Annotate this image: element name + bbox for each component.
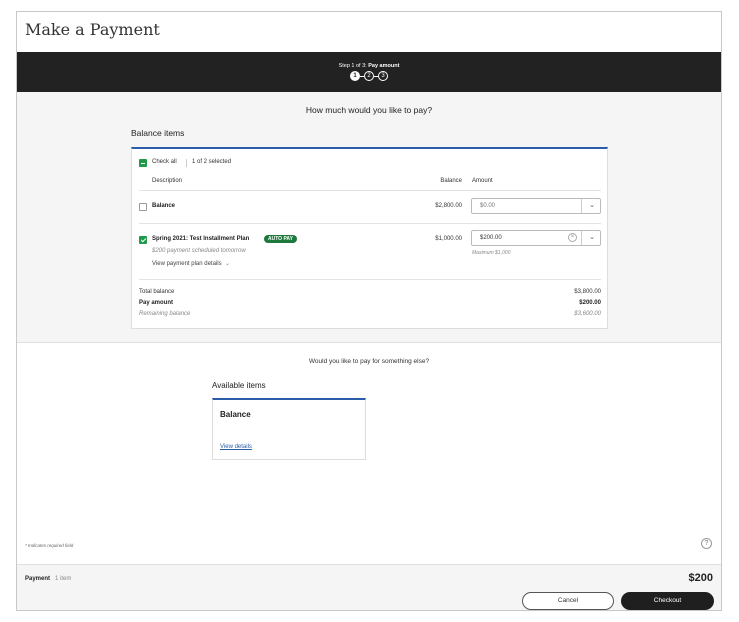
column-description: Description bbox=[152, 178, 183, 184]
available-item-title: Balance bbox=[220, 410, 251, 419]
divider bbox=[581, 199, 582, 213]
balance-amount-select[interactable]: $0.00 ⌄ bbox=[471, 198, 601, 214]
pay-question: How much would you like to pay? bbox=[305, 105, 433, 115]
balance-item-name: Balance bbox=[152, 203, 176, 209]
balance-items-card: Check all 1 of 2 selected Description Ba… bbox=[131, 147, 608, 329]
installment-plan-note: $200 payment scheduled tomorrow bbox=[152, 248, 246, 254]
chevron-down-icon[interactable]: ⌄ bbox=[223, 261, 230, 267]
pay-else-question: Would you like to pay for something else… bbox=[308, 358, 430, 365]
amount-placeholder: $0.00 bbox=[480, 203, 496, 209]
payment-window: Make a Payment Step 1 of 3: Pay amount 1… bbox=[16, 11, 722, 611]
column-balance: Balance bbox=[440, 178, 462, 184]
balance-item-balance: $2,800.00 bbox=[435, 203, 462, 209]
balance-items-heading: Balance items bbox=[131, 128, 185, 138]
help-icon[interactable]: ? bbox=[701, 538, 712, 549]
balance-item-checkbox[interactable] bbox=[139, 203, 147, 211]
required-field-note: * Indicates required field bbox=[25, 543, 74, 548]
step-2-indicator: 2 bbox=[364, 71, 374, 81]
available-item-card: Balance View details bbox=[212, 398, 366, 460]
clear-icon[interactable]: × bbox=[568, 233, 577, 242]
step-3-indicator: 3 bbox=[378, 71, 388, 81]
step-text: Step 1 of 3: Pay amount bbox=[17, 63, 721, 69]
pay-amount-section: How much would you like to pay? Balance … bbox=[17, 92, 721, 343]
cancel-button[interactable]: Cancel bbox=[522, 592, 614, 610]
checkout-button[interactable]: Checkout bbox=[621, 592, 714, 610]
payment-total: $200 bbox=[688, 572, 713, 584]
remaining-balance-label: Remaining balance bbox=[139, 311, 191, 317]
amount-helper-text: Maximum $1,000 bbox=[472, 250, 511, 256]
remaining-balance-value: $3,600.00 bbox=[574, 311, 601, 317]
installment-plan-balance: $1,000.00 bbox=[435, 236, 462, 242]
divider bbox=[139, 223, 601, 224]
amount-value[interactable]: $200.00 bbox=[480, 235, 502, 241]
page-title: Make a Payment bbox=[25, 20, 160, 39]
view-plan-details-link[interactable]: View payment plan details ⌄ bbox=[152, 260, 230, 267]
divider bbox=[139, 279, 601, 280]
chevron-down-icon[interactable]: ⌄ bbox=[589, 201, 595, 209]
pay-amount-label: Pay amount bbox=[139, 300, 174, 306]
total-balance-value: $3,800.00 bbox=[574, 289, 601, 295]
total-balance-label: Total balance bbox=[139, 289, 175, 295]
divider bbox=[139, 190, 601, 191]
available-items-heading: Available items bbox=[212, 381, 266, 390]
installment-plan-name: Spring 2021: Test Installment Plan bbox=[152, 236, 250, 242]
view-plan-details-label[interactable]: View payment plan details bbox=[152, 261, 222, 267]
view-details-link[interactable]: View details bbox=[220, 444, 252, 450]
step-text-current: Pay amount bbox=[368, 63, 400, 69]
installment-amount-input[interactable]: $200.00 × ⌄ bbox=[471, 230, 601, 246]
step-indicators: 1 2 3 bbox=[17, 71, 721, 81]
payment-item-count: 1 item bbox=[55, 576, 72, 582]
step-text-prefix: Step 1 of 3: bbox=[338, 63, 367, 69]
check-all-label[interactable]: Check all bbox=[152, 159, 177, 165]
selected-count: 1 of 2 selected bbox=[192, 159, 232, 165]
step-1-indicator: 1 bbox=[350, 71, 360, 81]
payment-label: Payment bbox=[25, 576, 51, 582]
step-progress-bar: Step 1 of 3: Pay amount 1 2 3 bbox=[17, 52, 721, 92]
checkout-footer: Payment 1 item $200 Cancel Checkout bbox=[17, 564, 721, 610]
pay-amount-value: $200.00 bbox=[579, 300, 601, 306]
autopay-badge: AUTO PAY bbox=[264, 235, 297, 243]
divider bbox=[186, 159, 187, 167]
check-all-checkbox[interactable] bbox=[139, 159, 147, 167]
chevron-down-icon[interactable]: ⌄ bbox=[589, 233, 595, 241]
installment-plan-checkbox[interactable] bbox=[139, 236, 147, 244]
column-amount: Amount bbox=[472, 178, 493, 184]
divider bbox=[581, 231, 582, 245]
